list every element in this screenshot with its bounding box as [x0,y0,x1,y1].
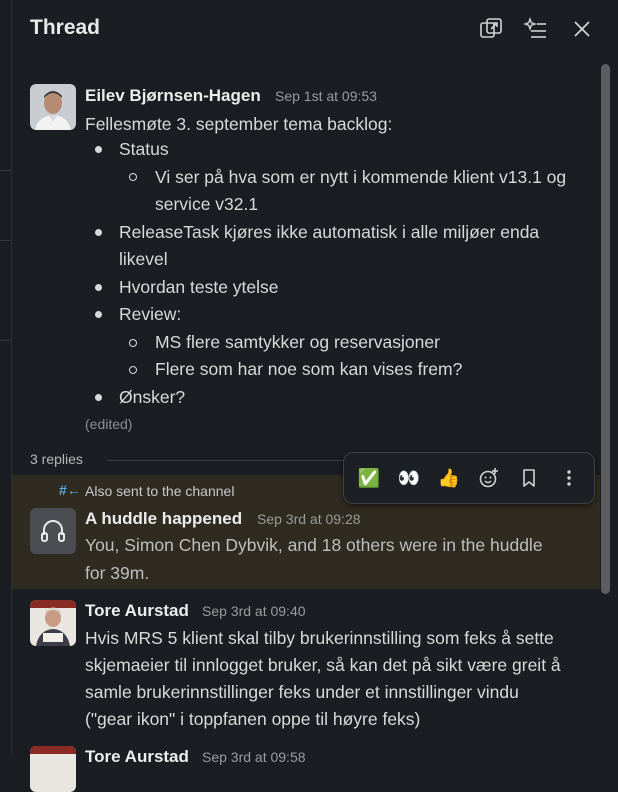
save-for-later-button[interactable] [516,465,542,491]
sub-bullet [129,366,137,374]
user-photo-icon [30,746,76,792]
message-text: for 39m. [85,563,150,583]
check-emoji: ✅ [357,467,381,488]
avatar[interactable] [30,600,76,646]
list-item: Status [119,139,169,159]
divider [107,460,367,461]
sub-bullet [129,173,137,181]
sparkle-list-icon [522,16,546,38]
message-timestamp[interactable]: Sep 3rd at 09:40 [202,603,306,619]
user-photo-icon [30,84,76,130]
more-vertical-icon [567,470,571,486]
thread-panel: Thread Eilev Bjørnsen-Hagen Sep 1st at 0… [12,0,618,792]
list-item: Vi ser på hva som er nytt i kommende kli… [155,167,567,187]
scrollbar[interactable] [601,64,610,594]
message-text: samle brukerinnstillinger feks under et … [85,682,519,702]
left-pane-edge [0,0,12,755]
react-thumbsup-button[interactable]: 👍 [436,465,462,491]
message-actions-toolbar: ✅ 👀 👍 [343,452,595,504]
also-sent-label: Also sent to the channel [85,483,235,499]
react-eyes-button[interactable]: 👀 [396,465,422,491]
list-item: MS flere samtykker og reservasjoner [155,332,440,352]
list-item-cont: service v32.1 [155,194,259,214]
open-in-window-button[interactable] [478,16,504,42]
close-icon [574,21,590,37]
add-emoji-icon [479,468,498,488]
edited-label: (edited) [85,416,133,432]
popout-icon [480,18,502,38]
message-text: You, Simon Chen Dybvik, and 18 others we… [85,535,543,555]
bullet [95,311,102,318]
replies-count: 3 replies [30,451,83,467]
bullet [95,394,102,401]
avatar[interactable] [30,746,76,792]
react-check-button[interactable]: ✅ [356,465,382,491]
message-text: Hvis MRS 5 klient skal tilby brukerinnst… [85,628,554,648]
sub-bullet [129,339,137,347]
page-title: Thread [30,16,101,39]
list-item: Flere som har noe som kan vises frem? [155,359,463,379]
avatar[interactable] [30,84,76,130]
list-item-cont: likevel [119,249,168,269]
list-item: ReleaseTask kjøres ikke automatisk i all… [119,222,540,242]
more-actions-button[interactable] [556,465,582,491]
message-timestamp[interactable]: Sep 1st at 09:53 [275,88,377,104]
list-item: Ønsker? [119,387,186,407]
thread-header: Thread [12,0,618,58]
thumbsup-emoji: 👍 [437,467,461,488]
divider [0,240,11,241]
bullet [95,229,102,236]
divider [0,170,11,171]
message-text: skjemaeier til innlogget bruker, så kan … [85,655,561,675]
message-author[interactable]: Tore Aurstad [85,601,189,621]
message-author: A huddle happened [85,509,243,528]
ai-summary-button[interactable] [522,16,549,42]
user-photo-icon [30,600,76,646]
message-author[interactable]: Eilev Bjørnsen-Hagen [85,86,261,106]
bullet [95,284,102,291]
message-author[interactable]: Tore Aurstad [85,747,189,767]
bullet [95,146,102,153]
huddle-avatar [30,508,76,554]
message-text: Fellesmøte 3. september tema backlog: [85,114,393,134]
bookmark-icon [523,469,535,487]
message-text: ("gear ikon" i toppfanen oppe til høyre … [85,709,421,729]
close-button[interactable] [569,16,595,42]
list-item: Review: [119,304,182,324]
eyes-emoji: 👀 [397,467,421,488]
message-timestamp[interactable]: Sep 3rd at 09:28 [257,511,361,527]
message-timestamp[interactable]: Sep 3rd at 09:58 [202,749,306,765]
channel-share-icon: #← [59,482,81,498]
headphones-icon [41,520,65,542]
divider [0,340,11,341]
list-item: Hvordan teste ytelse [119,277,279,297]
add-reaction-button[interactable] [476,465,502,491]
